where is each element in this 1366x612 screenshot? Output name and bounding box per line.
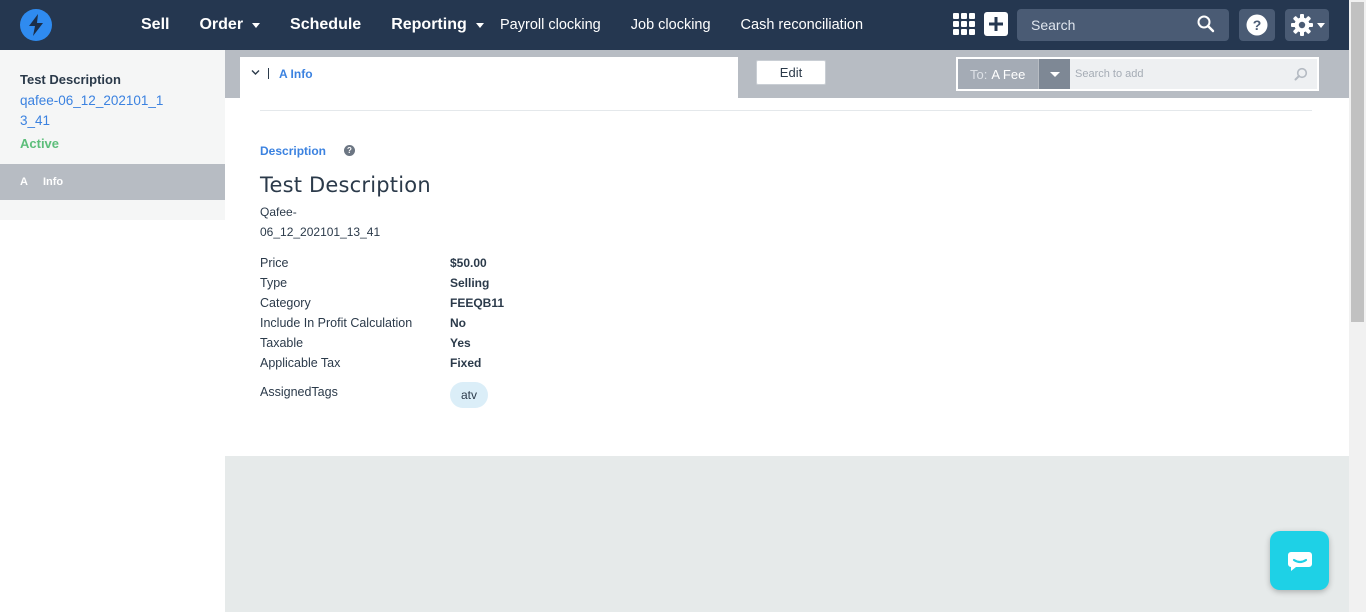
sidebar: Test Description qafee-06_12_202101_13_4… <box>0 50 225 220</box>
to-prefix: To: <box>970 66 988 82</box>
property-row: Category FEEQB11 <box>260 293 504 313</box>
nav-job-clocking[interactable]: Job clocking <box>631 17 711 33</box>
nav-sell-label: Sell <box>141 16 170 33</box>
lightning-logo-icon[interactable] <box>20 9 52 41</box>
page-title: Test Description <box>260 173 431 197</box>
property-key: Type <box>260 276 288 290</box>
gear-icon <box>1290 14 1313 36</box>
status-badge: Active <box>20 136 60 151</box>
property-key: Price <box>260 256 289 270</box>
nav-order[interactable]: Order <box>199 16 261 34</box>
property-row: Taxable Yes <box>260 333 504 353</box>
chevron-down-icon <box>252 22 261 28</box>
chevron-down-icon[interactable] <box>251 68 260 77</box>
to-value: A Fee <box>991 66 1026 82</box>
settings-button[interactable] <box>1285 9 1329 41</box>
property-key: Category <box>260 296 311 310</box>
property-value: No <box>450 316 466 330</box>
edit-button[interactable]: Edit <box>756 60 826 85</box>
detail-panel: Description ? Test Description Qafee-06_… <box>225 98 1349 456</box>
nav-reporting-label: Reporting <box>391 16 467 33</box>
tab-info-label: A Info <box>279 67 313 81</box>
property-value: FEEQB11 <box>450 296 505 310</box>
sidebar-item-label: Info <box>42 176 64 188</box>
property-value: Selling <box>450 276 490 290</box>
divider <box>260 110 1312 111</box>
to-dropdown-button[interactable] <box>1038 59 1070 89</box>
sidebar-empty-area <box>0 220 225 612</box>
search-to-add <box>1070 59 1317 89</box>
scrollbar-thumb[interactable] <box>1351 2 1364 322</box>
fee-code: Qafee-06_12_202101_13_41 <box>260 205 381 239</box>
sidebar-item-info[interactable]: A Info <box>0 164 225 200</box>
nav-schedule[interactable]: Schedule <box>290 16 361 34</box>
section-title: Description <box>260 144 327 158</box>
chevron-down-icon <box>475 22 484 28</box>
property-value: Fixed <box>450 356 482 370</box>
property-value: Yes <box>450 336 471 350</box>
to-select[interactable]: To: A Fee <box>958 59 1038 89</box>
global-search <box>1017 9 1229 41</box>
nav-schedule-label: Schedule <box>290 16 362 33</box>
sidebar-title: Test Description <box>20 72 121 87</box>
tags-label: AssignedTags <box>260 385 338 399</box>
property-key: Taxable <box>260 336 304 350</box>
sidebar-code-link[interactable]: qafee-06_12_202101_13_41 <box>20 91 170 131</box>
page-scrollbar[interactable] <box>1349 0 1366 612</box>
chat-button[interactable] <box>1270 531 1329 590</box>
svg-text:?: ? <box>1253 17 1262 33</box>
nav-payroll-clocking[interactable]: Payroll clocking <box>500 17 601 33</box>
add-button[interactable] <box>984 12 1008 36</box>
search-to-add-input[interactable] <box>1075 68 1275 80</box>
sidebar-item-prefix: A <box>20 176 28 188</box>
tab-info[interactable]: A Info <box>240 57 738 98</box>
nav-reporting[interactable]: Reporting <box>391 16 484 34</box>
nav-sell[interactable]: Sell <box>141 16 169 34</box>
tab-divider <box>268 68 269 79</box>
search-icon[interactable] <box>1197 15 1215 33</box>
property-row: Include In Profit Calculation No <box>260 313 504 333</box>
properties-list: Price $50.00 Type Selling Category FEEQB11 … <box>260 253 504 373</box>
global-search-input[interactable] <box>1031 17 1191 33</box>
tag-chip[interactable]: atv <box>450 382 489 408</box>
assigned-tags: AssignedTags atv <box>260 382 489 408</box>
plus-icon <box>989 17 1003 31</box>
help-button[interactable]: ? <box>1239 9 1275 41</box>
property-row: Price $50.00 <box>260 253 504 273</box>
property-key: Applicable Tax <box>260 356 341 370</box>
help-icon: ? <box>1246 14 1268 36</box>
nav-order-label: Order <box>199 16 244 33</box>
main-nav: Sell Order Schedule Reporting <box>141 0 514 50</box>
help-icon[interactable]: ? <box>344 145 355 156</box>
add-to-group: To: A Fee <box>956 57 1319 91</box>
nav-cash-reconciliation[interactable]: Cash reconciliation <box>741 17 864 33</box>
chevron-down-icon <box>1316 22 1325 28</box>
apps-grid-icon[interactable] <box>953 13 975 35</box>
search-icon[interactable] <box>1294 67 1308 81</box>
property-row: Applicable Tax Fixed <box>260 353 504 373</box>
caret-down-icon <box>1049 71 1060 77</box>
property-value: $50.00 <box>450 256 487 270</box>
secondary-nav: Payroll clocking Job clocking Cash recon… <box>500 0 893 50</box>
property-key: Include In Profit Calculation <box>260 316 413 330</box>
top-nav-bar: Sell Order Schedule Reporting Payroll cl… <box>0 0 1366 50</box>
chat-icon <box>1287 551 1312 571</box>
property-row: Type Selling <box>260 273 504 293</box>
